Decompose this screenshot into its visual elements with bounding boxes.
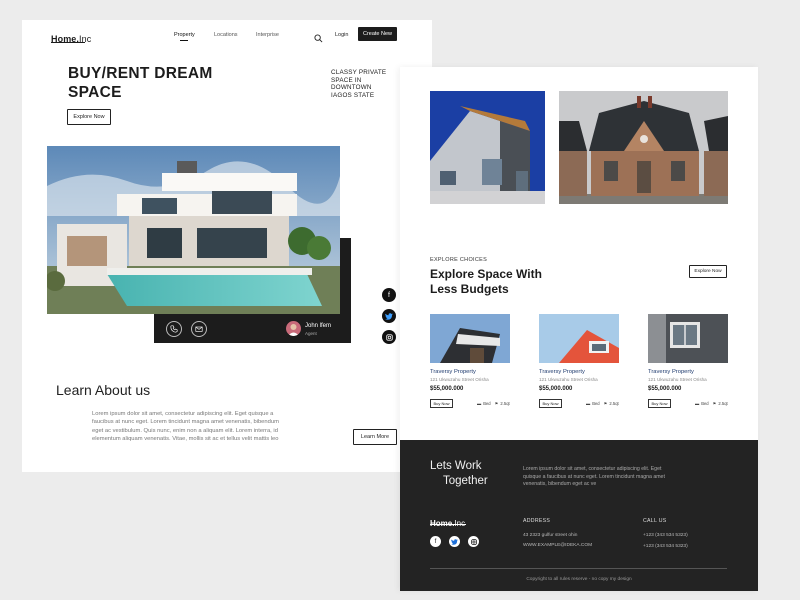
property-address: 121 Ukwuzahu Street Orisha	[648, 377, 707, 382]
bed-icon: ▬	[477, 401, 482, 406]
bed-icon: ▬	[586, 401, 591, 406]
property-image	[648, 314, 728, 363]
footer-divider	[430, 568, 727, 569]
create-new-button[interactable]: Create New	[358, 27, 397, 41]
address-line: 43 2323 gulfur street ohin	[523, 533, 578, 538]
nav-property[interactable]: Property	[174, 32, 195, 41]
footer: Lets Work Together Lorem ipsum dolor sit…	[400, 440, 758, 591]
explore-now-button-2[interactable]: Explore Now	[689, 265, 727, 278]
learn-about-text: Lorem ipsum dolor sit amet, consectetur …	[92, 411, 279, 443]
nav-locations[interactable]: Locations	[214, 32, 238, 38]
footer-heading: Lets Work Together	[430, 460, 488, 487]
hero-tagline: CLASSY PRIVATE SPACE IN DOWNTOWN IAGOS S…	[331, 69, 387, 99]
search-icon[interactable]	[314, 30, 323, 43]
landing-page-left: Home.Inc Property Locations Interprise L…	[22, 20, 432, 472]
hero-house-image	[47, 146, 340, 314]
instagram-icon[interactable]	[382, 330, 396, 344]
agent-bar: John lfem Agent	[154, 314, 351, 343]
nav-interprise[interactable]: Interprise	[256, 32, 279, 38]
phone-number[interactable]: +123 (343 534 5323)	[643, 533, 688, 538]
learn-more-button[interactable]: Learn More	[353, 429, 397, 445]
facebook-icon[interactable]: f	[430, 536, 441, 547]
property-address: 121 Ukwuzahu Street Orisha	[430, 377, 489, 382]
footer-description: Lorem ipsum dolor sit amet, consectetur …	[523, 466, 665, 488]
explore-title: Explore Space With Less Budgets	[430, 267, 542, 296]
brick-house-image	[559, 91, 728, 204]
mail-icon[interactable]	[191, 321, 207, 337]
property-address: 121 Ukwuzahu Street Orisha	[539, 377, 598, 382]
hero-image-shadow-block	[340, 238, 351, 314]
instagram-icon[interactable]	[468, 536, 479, 547]
explore-eyebrow: EXPLORE CHOICES	[430, 257, 488, 263]
bed-count: ▬ Bed	[695, 401, 709, 406]
bed-count: ▬ Bed	[477, 401, 491, 406]
bed-icon: ▬	[695, 401, 700, 406]
phone-icon[interactable]	[166, 321, 182, 337]
hero-title: BUY/RENT DREAM SPACE	[68, 65, 213, 101]
bed-count: ▬ Bed	[586, 401, 600, 406]
logo-underline	[51, 42, 85, 43]
twitter-icon[interactable]	[382, 309, 396, 323]
property-card[interactable]: Traversy Property 121 Ukwuzahu Street Or…	[648, 314, 728, 412]
property-title[interactable]: Traversy Property	[539, 369, 619, 375]
property-card[interactable]: Traversy Property 121 Ukwuzahu Street Or…	[430, 314, 510, 412]
agent-role: Agent	[305, 331, 317, 336]
learn-about-title: Learn About us	[56, 382, 151, 398]
property-image	[539, 314, 619, 363]
property-title[interactable]: Traversy Property	[430, 369, 510, 375]
property-price: $55,000.000	[539, 386, 573, 392]
flag-icon: ⚑	[603, 401, 608, 406]
address-label: ADDRESS	[523, 518, 551, 524]
twitter-icon[interactable]	[449, 536, 460, 547]
phone-number[interactable]: +123 (343 534 5323)	[643, 544, 688, 549]
call-us-label: CALL US	[643, 518, 667, 524]
avatar[interactable]	[286, 321, 301, 336]
copyright-text: Copyright to all rules reserve - no copy…	[526, 577, 632, 582]
nav-active-indicator	[180, 40, 188, 41]
logo[interactable]: Home.Inc	[51, 29, 91, 44]
flag-icon: ⚑	[494, 401, 499, 406]
property-card[interactable]: Traversy Property 121 Ukwuzahu Street Or…	[539, 314, 619, 412]
agent-name: John lfem	[305, 323, 332, 329]
explore-now-button[interactable]: Explore Now	[67, 109, 111, 125]
property-image	[430, 314, 510, 363]
footer-logo-underline	[430, 524, 466, 525]
login-link[interactable]: Login	[335, 32, 348, 38]
property-price: $55,000.000	[430, 386, 464, 392]
property-title[interactable]: Traversy Property	[648, 369, 728, 375]
property-price: $55,000.000	[648, 386, 682, 392]
flag-icon: ⚑	[712, 401, 717, 406]
area-size: ⚑ 2.5qt	[603, 401, 619, 406]
modern-building-image	[430, 91, 545, 204]
landing-page-right: EXPLORE CHOICES Explore Space With Less …	[400, 67, 758, 591]
buy-now-button[interactable]: Buy Now	[539, 399, 562, 408]
area-size: ⚑ 2.5qt	[494, 401, 510, 406]
facebook-icon[interactable]: f	[382, 288, 396, 302]
buy-now-button[interactable]: Buy Now	[648, 399, 671, 408]
area-size: ⚑ 2.5qt	[712, 401, 728, 406]
email-link[interactable]: WWW.EXAMPLE@IDEKA.COM	[523, 543, 592, 548]
buy-now-button[interactable]: Buy Now	[430, 399, 453, 408]
footer-logo[interactable]: Home.Inc	[430, 513, 470, 528]
